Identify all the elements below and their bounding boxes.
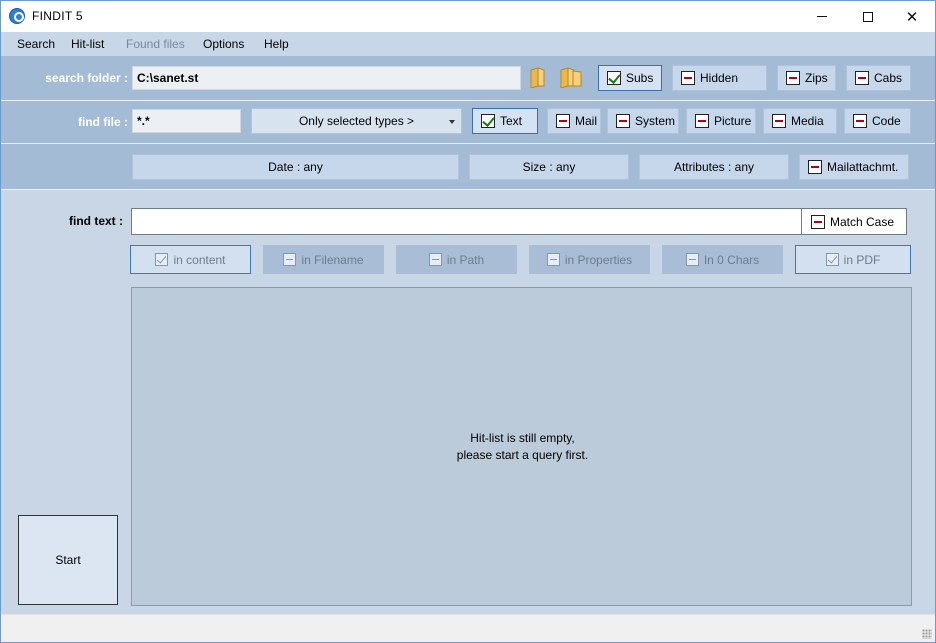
hit-list-area[interactable]: Hit-list is still empty, please start a …	[131, 287, 912, 606]
type-media-checkbox[interactable]: Media	[763, 108, 837, 134]
empty-message-line1: Hit-list is still empty,	[470, 431, 575, 445]
checkbox-unchecked-icon	[685, 253, 699, 266]
status-bar	[1, 614, 935, 642]
checkbox-checked-icon	[481, 114, 495, 128]
maximize-button[interactable]	[845, 1, 891, 32]
file-types-dropdown[interactable]: Only selected types >	[251, 108, 462, 134]
checkbox-unchecked-icon	[616, 114, 630, 128]
find-text-label: find text :	[69, 214, 123, 228]
checkbox-unchecked-icon	[283, 253, 297, 266]
checkbox-unchecked-icon	[695, 114, 709, 128]
hidden-label: Hidden	[700, 71, 739, 85]
menu-help[interactable]: Help	[264, 37, 289, 51]
search-folder-input[interactable]: C:\sanet.st	[132, 66, 521, 90]
type-mail-checkbox[interactable]: Mail	[547, 108, 601, 134]
type-picture-checkbox[interactable]: Picture	[686, 108, 756, 134]
mailattachment-label: Mailattachmt.	[827, 160, 899, 174]
minimize-button[interactable]	[799, 1, 845, 32]
text-search-panel: find text : Match Case in content in Fil…	[1, 190, 935, 614]
search-folder-label: search folder :	[45, 71, 128, 85]
mailattachment-checkbox[interactable]: Mailattachmt.	[799, 154, 909, 180]
checkbox-checked-icon	[607, 71, 621, 85]
close-button[interactable]: ✕	[889, 1, 935, 32]
type-code-checkbox[interactable]: Code	[844, 108, 911, 134]
maximize-icon	[863, 11, 873, 22]
window-title: FINDIT 5	[32, 9, 83, 23]
find-file-row: find file : *.* Only selected types > Te…	[1, 101, 935, 143]
type-system-label: System	[635, 114, 676, 128]
resize-grip-icon[interactable]	[922, 629, 932, 639]
checkbox-unchecked-icon	[556, 114, 570, 128]
in-pdf-toggle[interactable]: in PDF	[795, 245, 911, 274]
in-0-chars-toggle[interactable]: In 0 Chars	[662, 245, 783, 274]
type-text-checkbox[interactable]: Text	[472, 108, 538, 134]
checkbox-unchecked-icon	[546, 253, 560, 266]
checkbox-unchecked-icon	[853, 114, 867, 128]
in-properties-toggle[interactable]: in Properties	[529, 245, 650, 274]
dropdown-caret-icon	[449, 120, 455, 124]
zips-label: Zips	[805, 71, 828, 85]
match-case-checkbox[interactable]: Match Case	[801, 208, 907, 235]
find-file-label: find file :	[78, 115, 128, 129]
menu-search[interactable]: Search	[17, 37, 55, 51]
start-button[interactable]: Start	[18, 515, 118, 605]
in-0-chars-label: In 0 Chars	[703, 252, 760, 267]
in-pdf-label: in PDF	[843, 252, 881, 267]
menu-hit-list[interactable]: Hit-list	[71, 37, 104, 51]
in-filename-label: in Filename	[301, 252, 364, 267]
size-filter-button[interactable]: Size : any	[469, 154, 629, 180]
filters-row: Date : any Size : any Attributes : any M…	[1, 144, 935, 189]
empty-message-line2: please start a query first.	[456, 448, 589, 462]
type-text-label: Text	[500, 114, 523, 128]
cabs-checkbox[interactable]: Cabs	[846, 65, 911, 91]
checkbox-unchecked-icon	[428, 253, 442, 266]
in-path-label: in Path	[446, 252, 485, 267]
menu-bar: Search Hit-list Found files Options Help	[1, 32, 935, 56]
subs-label: Subs	[626, 71, 654, 85]
checkbox-checked-icon	[155, 253, 169, 266]
findit-app-icon	[9, 8, 25, 24]
type-code-label: Code	[872, 114, 901, 128]
type-system-checkbox[interactable]: System	[607, 108, 679, 134]
checkbox-unchecked-icon	[811, 214, 825, 229]
type-media-label: Media	[791, 114, 824, 128]
match-case-label: Match Case	[830, 214, 895, 229]
search-folder-row: search folder : C:\sanet.st Subs Hidden …	[1, 56, 935, 100]
app-window: FINDIT 5 ✕ Search Hit-list Found files O…	[0, 0, 936, 643]
attributes-filter-button[interactable]: Attributes : any	[639, 154, 789, 180]
checkbox-unchecked-icon	[681, 71, 695, 85]
hit-list-empty-message: Hit-list is still empty, please start a …	[132, 430, 913, 464]
checkbox-unchecked-icon	[772, 114, 786, 128]
file-mask-input[interactable]: *.*	[132, 109, 241, 133]
close-icon: ✕	[905, 8, 919, 26]
checkbox-checked-icon	[825, 253, 839, 266]
find-text-input[interactable]	[131, 208, 802, 235]
menu-options[interactable]: Options	[203, 37, 244, 51]
title-bar: FINDIT 5 ✕	[1, 1, 935, 32]
zips-checkbox[interactable]: Zips	[777, 65, 836, 91]
file-types-selected: Only selected types >	[298, 114, 415, 128]
multi-folder-icon[interactable]	[559, 66, 583, 88]
in-path-toggle[interactable]: in Path	[396, 245, 517, 274]
checkbox-unchecked-icon	[855, 71, 869, 85]
minimize-icon	[817, 16, 827, 17]
subs-checkbox[interactable]: Subs	[598, 65, 662, 91]
checkbox-unchecked-icon	[786, 71, 800, 85]
in-filename-toggle[interactable]: in Filename	[263, 245, 384, 274]
in-content-toggle[interactable]: in content	[130, 245, 251, 274]
type-picture-label: Picture	[714, 114, 752, 128]
browse-folder-icon[interactable]	[529, 66, 547, 88]
cabs-label: Cabs	[874, 71, 903, 85]
in-content-label: in content	[173, 252, 226, 267]
menu-found-files[interactable]: Found files	[126, 37, 185, 51]
in-properties-label: in Properties	[564, 252, 633, 267]
checkbox-unchecked-icon	[808, 160, 822, 174]
type-mail-label: Mail	[575, 114, 598, 128]
hidden-checkbox[interactable]: Hidden	[672, 65, 767, 91]
date-filter-button[interactable]: Date : any	[132, 154, 459, 180]
